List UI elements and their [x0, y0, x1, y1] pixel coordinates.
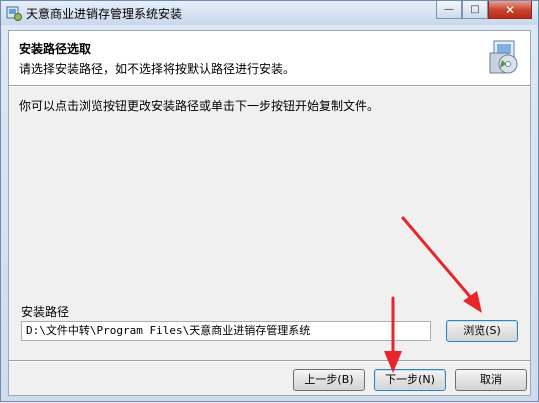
close-icon: ✕ — [504, 2, 516, 17]
close-button[interactable]: ✕ — [488, 1, 532, 19]
page-subtitle: 请选择安装路径，如不选择将按默认路径进行安装。 — [19, 62, 296, 76]
footer-divider-highlight — [9, 361, 530, 362]
window-title: 天意商业进销存管理系统安装 — [26, 7, 183, 21]
back-button[interactable]: 上一步(B) — [293, 369, 365, 391]
installer-window: 天意商业进销存管理系统安装 — □ ✕ 安装路径选取 请选择安装路径，如不选择将… — [0, 0, 539, 402]
page-title: 安装路径选取 — [19, 42, 92, 56]
header-divider — [9, 86, 530, 87]
maximize-button[interactable]: □ — [462, 1, 488, 19]
title-bar[interactable]: 天意商业进销存管理系统安装 — □ ✕ — [1, 1, 538, 25]
setup-cd-icon — [489, 40, 518, 74]
next-button[interactable]: 下一步(N) — [374, 369, 446, 391]
maximize-icon: □ — [470, 4, 480, 15]
instruction-text: 你可以点击浏览按钮更改安装路径或单击下一步按钮开始复制文件。 — [19, 99, 380, 113]
cancel-button[interactable]: 取消 — [455, 369, 527, 391]
browse-button[interactable]: 浏览(S) — [446, 320, 518, 342]
install-path-label: 安装路径 — [21, 305, 70, 319]
minimize-icon: — — [444, 4, 454, 15]
wizard-header: 安装路径选取 请选择安装路径，如不选择将按默认路径进行安装。 — [9, 31, 530, 86]
minimize-button[interactable]: — — [436, 1, 462, 19]
dialog-client-area: 安装路径选取 请选择安装路径，如不选择将按默认路径进行安装。 你可以点击浏览按钮… — [8, 30, 531, 396]
installer-icon — [6, 6, 22, 21]
caption-buttons: — □ ✕ — [436, 1, 532, 20]
install-path-input[interactable]: D:\文件中转\Program Files\天意商业进销存管理系统 — [21, 321, 431, 341]
